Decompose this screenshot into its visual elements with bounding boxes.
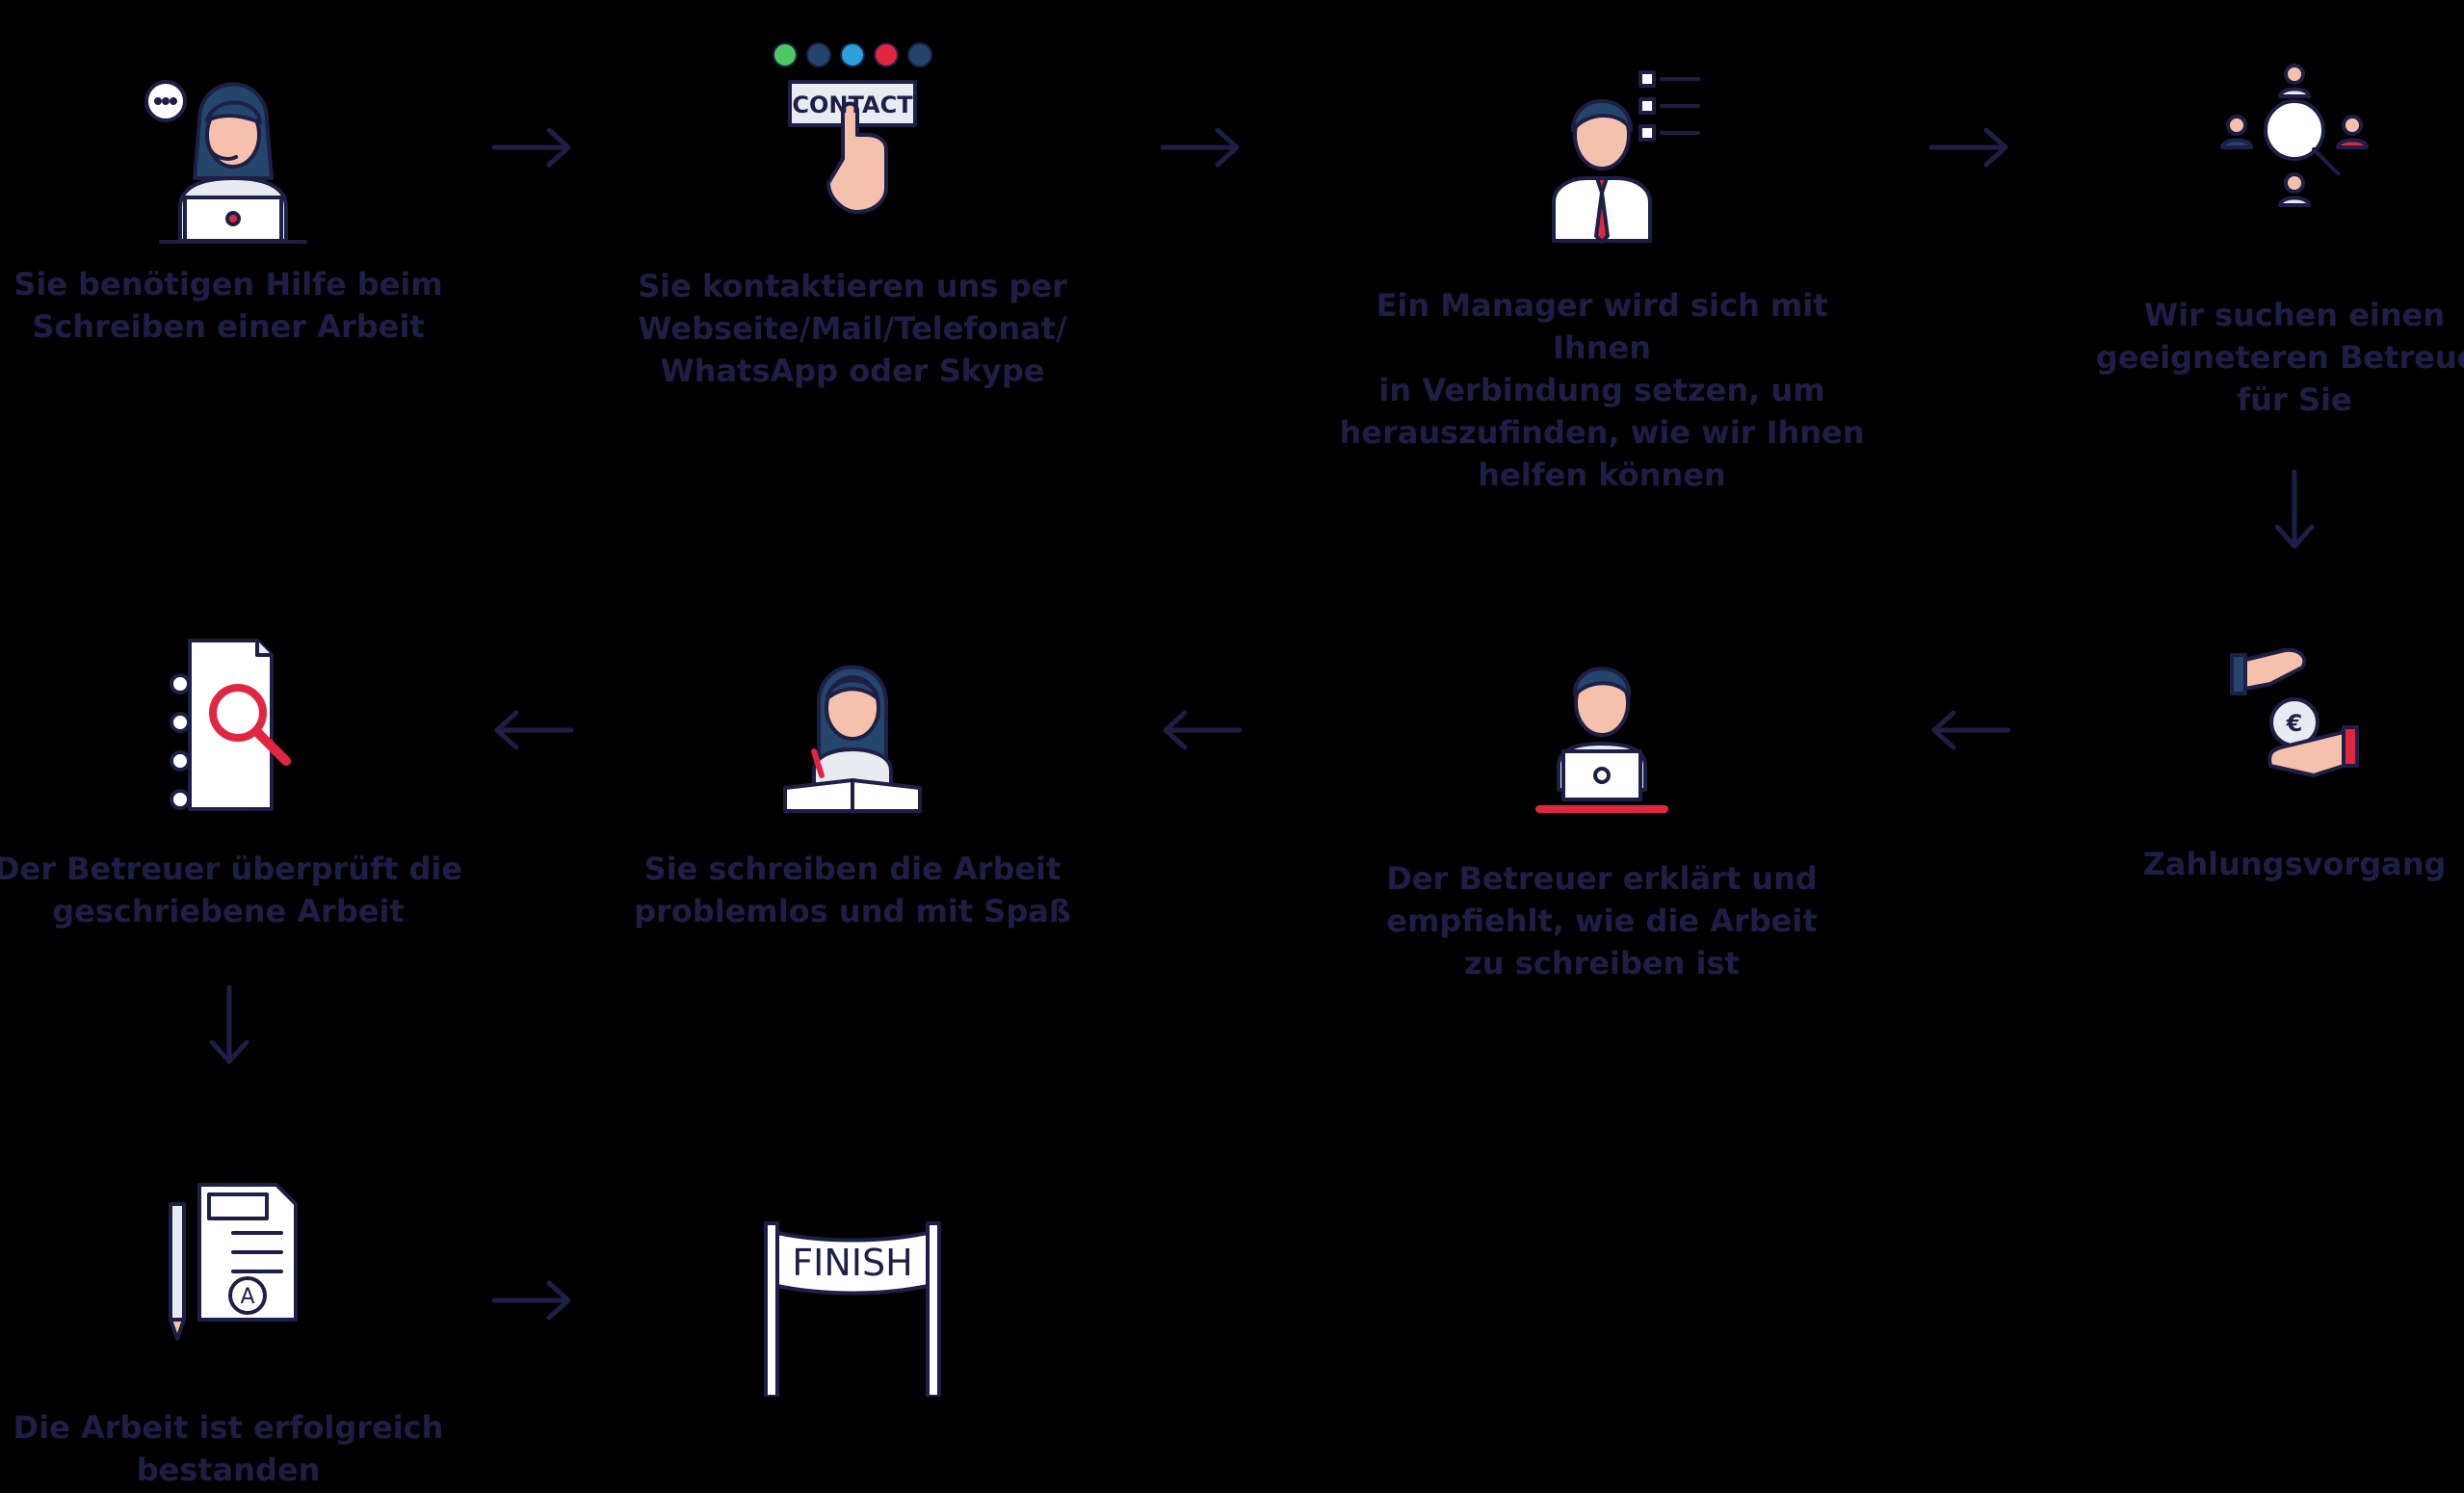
step-manager-contact: Ein Manager wird sich mit Ihnen in Verbi… bbox=[1332, 53, 1872, 496]
process-flow-diagram: Sie benötigen Hilfe beim Schreiben einer… bbox=[0, 0, 2464, 1493]
arrow-down bbox=[2266, 467, 2323, 554]
arrow-right bbox=[489, 118, 576, 176]
arrow-right bbox=[1158, 118, 1245, 176]
finish-banner-icon: FINISH bbox=[747, 1204, 958, 1397]
step-find-tutor: Wir suchen einen geeigneteren Betreuer f… bbox=[2025, 53, 2464, 421]
student-writing-icon bbox=[747, 626, 958, 819]
step-student-writes: Sie schreiben die Arbeit problemlos und … bbox=[583, 626, 1122, 932]
search-people-icon bbox=[2189, 53, 2400, 246]
tutor-laptop-icon bbox=[1496, 626, 1708, 819]
step-payment: € Zahlungsvorgang bbox=[2025, 631, 2464, 885]
manager-checklist-icon bbox=[1496, 53, 1708, 246]
svg-text:€: € bbox=[2286, 710, 2303, 737]
arrow-right bbox=[1927, 118, 2013, 176]
arrow-left bbox=[1158, 701, 1245, 759]
step-label: Sie benötigen Hilfe beim Schreiben einer… bbox=[13, 266, 443, 345]
step-label: Der Betreuer überprüft die geschriebene … bbox=[0, 851, 463, 930]
payment-euro-icon: € bbox=[2189, 631, 2400, 824]
step-label: Sie kontaktieren uns per Webseite/Mail/T… bbox=[638, 268, 1067, 389]
arrow-left bbox=[489, 701, 576, 759]
step-finish: FINISH bbox=[583, 1204, 1122, 1397]
step-tutor-reviews: Der Betreuer überprüft die geschriebene … bbox=[0, 626, 498, 932]
contact-button-icon: CONTACT bbox=[747, 34, 958, 226]
step-label: Wir suchen einen geeigneteren Betreuer f… bbox=[2095, 297, 2464, 418]
support-agent-icon bbox=[122, 53, 334, 246]
step-label: Sie schreiben die Arbeit problemlos und … bbox=[634, 851, 1071, 930]
svg-text:A: A bbox=[240, 1285, 254, 1309]
step-passed: A Die Arbeit ist erfolgreich bestanden bbox=[0, 1175, 498, 1491]
step-label: Die Arbeit ist erfolgreich bestanden bbox=[13, 1409, 444, 1488]
arrow-left bbox=[1927, 701, 2013, 759]
finish-text: FINISH bbox=[792, 1242, 912, 1284]
step-tutor-explains: Der Betreuer erklärt und empfiehlt, wie … bbox=[1332, 626, 1872, 984]
step-need-help: Sie benötigen Hilfe beim Schreiben einer… bbox=[0, 53, 498, 348]
contact-text: CONTACT bbox=[792, 92, 913, 118]
graded-document-icon: A bbox=[122, 1175, 334, 1368]
document-review-icon bbox=[122, 626, 334, 819]
step-label: Ein Manager wird sich mit Ihnen in Verbi… bbox=[1339, 287, 1865, 493]
step-contact-us: CONTACT Sie kontaktieren uns per Webseit… bbox=[583, 34, 1122, 392]
step-label: Der Betreuer erklärt und empfiehlt, wie … bbox=[1386, 860, 1818, 982]
step-label: Zahlungsvorgang bbox=[2142, 846, 2447, 882]
arrow-right bbox=[489, 1271, 576, 1329]
arrow-down bbox=[200, 982, 258, 1069]
